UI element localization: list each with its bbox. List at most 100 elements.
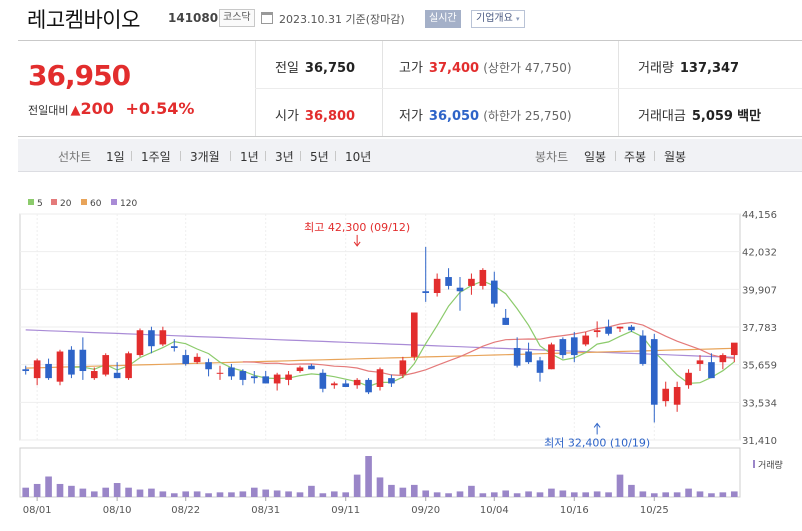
candle-tab-daily[interactable]: 일봉: [584, 148, 606, 165]
volume-bar: [559, 490, 567, 497]
legend-label: 5: [37, 199, 43, 209]
candle-tab-monthly[interactable]: 월봉: [664, 148, 686, 165]
period-tab-1d[interactable]: 1일: [106, 148, 125, 165]
period-tab-5y[interactable]: 5년: [310, 148, 329, 165]
candle-body: [399, 360, 407, 375]
candle-body: [479, 269, 487, 286]
volume-bar: [170, 493, 178, 497]
volume-bar: [262, 489, 270, 497]
volume-bar: [273, 490, 281, 497]
volume-bar: [650, 493, 658, 497]
candle-body: [330, 383, 338, 386]
volume-bar: [570, 492, 578, 497]
low-value: 36,050: [428, 109, 480, 124]
volume-bar: [548, 488, 555, 497]
x-tick-label: 08/10: [103, 505, 132, 516]
high-field: 고가 37,400 (상한가 47,750): [399, 57, 572, 76]
high-label: 고가: [399, 61, 423, 76]
candle-body: [285, 374, 292, 380]
calendar-icon: [261, 12, 273, 24]
volume-bar: [159, 491, 167, 497]
candle-body: [422, 291, 430, 294]
legend-swatch: [81, 199, 87, 205]
chart-toolbar: 선차트 1일 1주일 3개월 1년 3년 5년 10년 봉차트 일봉 주봉 월봉: [18, 139, 802, 172]
volume-bar: [605, 492, 612, 497]
volume-bar: [593, 491, 601, 497]
candle-body: [79, 349, 87, 372]
candle-body: [410, 312, 418, 357]
candle-body: [90, 371, 98, 379]
candle-body: [308, 365, 315, 370]
volume-bar: [730, 491, 738, 497]
volume-bar: [628, 484, 635, 497]
base-date: 2023.10.31 기준(장마감): [279, 13, 405, 26]
x-tick-label: 08/01: [23, 505, 52, 516]
period-tab-1y[interactable]: 1년: [240, 148, 259, 165]
volume-bar: [205, 493, 212, 497]
volume-bar: [193, 491, 201, 497]
volume-field: 거래량 137,347: [638, 57, 739, 76]
volume-bar: [22, 487, 30, 497]
open-field: 시가 36,800: [275, 105, 355, 124]
realtime-button[interactable]: 실시간: [425, 10, 461, 28]
volume-bar: [330, 491, 338, 497]
change-percent: +0.54%: [125, 99, 195, 118]
period-tab-3m[interactable]: 3개월: [190, 148, 220, 165]
candle-body: [696, 360, 704, 364]
volume-bar: [90, 491, 98, 497]
market-badge: 코스닥: [219, 9, 255, 27]
prev-close-value: 36,750: [304, 61, 356, 76]
candle-body: [536, 360, 544, 373]
period-tab-10y[interactable]: 10년: [345, 148, 371, 165]
volume-bar: [239, 491, 247, 497]
volume-bar: [113, 483, 121, 497]
volume-bar: [45, 476, 52, 497]
stock-name: 레고켐바이오: [27, 8, 140, 32]
legend-label: 20: [60, 199, 72, 209]
candle-body: [33, 360, 41, 379]
volume-bar: [136, 489, 144, 497]
y-tick-label: 44,156: [742, 210, 777, 221]
volume-bar: [296, 492, 304, 497]
period-tab-1w[interactable]: 1주일: [141, 148, 171, 165]
up-triangle-icon: ▲: [70, 103, 81, 118]
volume-bar: [125, 487, 132, 497]
stock-header: 레고켐바이오 141080 코스닥 2023.10.31 기준(장마감) 실시간…: [0, 0, 802, 38]
current-price: 36,950: [28, 59, 131, 92]
volume-bar: [308, 485, 315, 497]
divider: [300, 151, 301, 161]
x-tick-label: 08/22: [171, 505, 200, 516]
candle-body: [250, 376, 258, 379]
low-annotation: 최저 32,400 (10/19): [544, 436, 650, 449]
trade-value-unit: 백만: [737, 109, 762, 124]
volume-bar: [422, 490, 430, 497]
volume-bar: [719, 492, 727, 497]
stock-code: 141080: [168, 11, 219, 25]
candle-body: [262, 376, 270, 384]
y-tick-label: 37,783: [742, 323, 777, 334]
candle-body: [273, 374, 281, 384]
y-tick-label: 42,032: [742, 248, 777, 259]
candle-body: [502, 317, 510, 325]
candle-body: [56, 351, 64, 382]
volume-bar: [388, 484, 395, 497]
candle-body: [113, 372, 121, 379]
candle-body: [639, 335, 647, 364]
candle-body: [148, 330, 155, 347]
period-tab-3y[interactable]: 3년: [275, 148, 294, 165]
price-change: 전일대비 ▲200 +0.54%: [28, 99, 194, 118]
volume-bar: [102, 487, 110, 497]
volume-bar: [513, 493, 521, 497]
company-info-dropdown[interactable]: 기업개요 ▾: [471, 10, 525, 28]
candlestick-chart: 44,156 42,032 39,907 37,783 35,659 33,534 31,4…: [19, 199, 783, 516]
y-tick-label: 39,907: [742, 285, 777, 296]
divider: [230, 151, 231, 161]
candle-body: [445, 277, 452, 286]
volume-bar: [490, 492, 498, 497]
candle-body: [22, 369, 30, 372]
divider: [131, 151, 132, 161]
x-tick-label: 10/25: [640, 505, 669, 516]
candle-tab-weekly[interactable]: 주봉: [624, 148, 646, 165]
volume-bar: [685, 488, 692, 497]
volume-bar: [79, 488, 87, 497]
